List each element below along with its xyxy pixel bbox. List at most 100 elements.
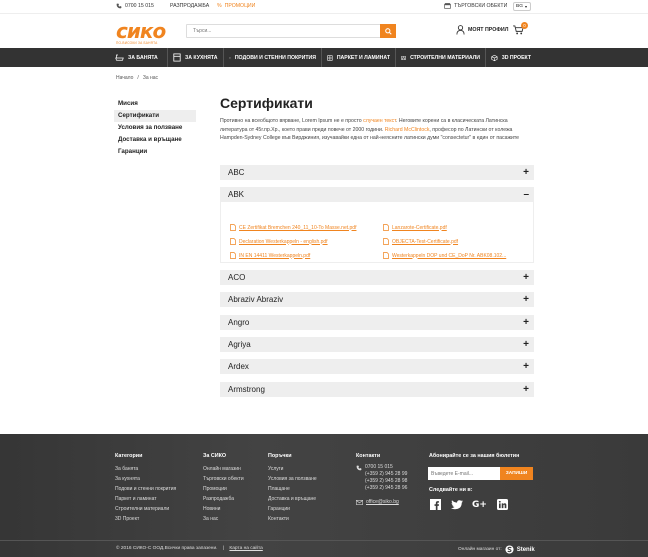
sidebar-item-delivery[interactable]: Доставка и връщане [114,134,196,146]
accordion-header[interactable]: ABC + [220,165,534,180]
intro-link[interactable]: случаен текст [363,118,396,124]
intro-part: Противно на всеобщото вярване, Lorem Ips… [220,118,364,124]
accordion-label: ABK [228,190,245,199]
pdf-icon [383,224,389,231]
pdf-icon [230,252,236,259]
file-link[interactable]: CE Zertifikat Bremchen 240_11_10-To Mass… [230,224,356,231]
accordion-item-abc: ABC + [220,165,534,180]
developer-credit[interactable]: Онлайн магазин от: Stenik [458,545,535,554]
sidebar-item-warranties[interactable]: Гаранции [114,146,196,158]
footer-link[interactable]: Гаранции [268,504,317,514]
footer-link[interactable]: Условия за ползване [268,474,317,484]
nav-label: ЗА КУХНЯТА [185,54,218,61]
sale-link[interactable]: РАЗПРОДАЖБА [170,3,209,9]
accordion-item-armstrong: Armstrong + [220,382,534,397]
footer-link[interactable]: Промоции [203,484,244,494]
footer-link[interactable]: Доставка и връщане [268,494,317,504]
accordion-header[interactable]: Agriya + [220,337,534,352]
copyright-text: © 2016 СИКО-С ООД.Всички права запазени. [116,546,218,551]
plus-icon: + [523,293,529,305]
linkedin-icon[interactable] [496,498,509,511]
accordion-item-ardex: Ardex + [220,359,534,374]
newsletter-email-input[interactable] [428,467,500,480]
logo[interactable]: сико ПО-ВИСОКИ ЗА БАНЯТА [116,21,172,47]
footer-link[interactable]: За банята [115,464,176,474]
stores-link[interactable]: ТЪРГОВСКИ ОБЕКТИ [444,3,507,9]
footer-phone[interactable]: (+359 2) 945 28 96 [356,485,407,492]
search-input[interactable] [187,25,377,37]
file-link[interactable]: Westerkappeln DOP und CE_DoP Nr. ABK08.1… [383,252,506,259]
accordion-header[interactable]: Angro + [220,315,534,330]
profile-link[interactable]: МОЯТ ПРОФИЛ [456,25,508,35]
footer-phone[interactable]: (+359 2) 945 28 99 [356,471,407,478]
footer-link[interactable]: Плащане [268,484,317,494]
footer-link[interactable]: Услуги [268,464,317,474]
plus-icon: + [523,338,529,350]
footer-link[interactable]: Новини [203,504,244,514]
sitemap-link[interactable]: Карта на сайта [229,546,262,551]
newsletter-submit-button[interactable]: ЗАПИШИ [500,467,533,480]
breadcrumb-home[interactable]: Начало [116,75,133,81]
logo-mark: сико [116,19,166,43]
promo-link[interactable]: % ПРОМОЦИИ [217,3,255,9]
accordion-header[interactable]: ACO + [220,270,534,285]
intro-link[interactable]: Richard McClintock [385,127,430,133]
pdf-icon [230,224,236,231]
phone-link[interactable]: 0700 15 015 [116,3,154,9]
nav-item-materials[interactable]: СТРОИТЕЛНИ МАТЕРИАЛИ [396,48,486,67]
cart-button[interactable]: 0 [513,22,528,37]
language-select[interactable]: BG ▾ [513,2,531,11]
nav-item-3d[interactable]: 3D ПРОЕКТ [486,48,536,67]
file-link[interactable]: OBJECTA-Test-Certificate.pdf [383,238,458,245]
google-plus-icon[interactable]: G+ [471,498,488,511]
sidebar-item-mission[interactable]: Мисия [114,98,196,110]
nav-item-kitchen[interactable]: ЗА КУХНЯТА [168,48,224,67]
accordion-header[interactable]: Abraziv Abraziv + [220,292,534,307]
file-link[interactable]: IN EN 14411 Westerkappeln.pdf [230,252,310,259]
stores-label: ТЪРГОВСКИ ОБЕКТИ [454,3,508,9]
footer-link[interactable]: Паркет и ламинат [115,494,176,504]
sidebar-item-certificates[interactable]: Сертификати [114,110,196,122]
footer-phone[interactable]: 0700 15 015 [356,464,407,471]
accordion-item-agriya: Agriya + [220,337,534,352]
footer-link[interactable]: Подови и стенни покрития [115,484,176,494]
nav-item-parquet[interactable]: ПАРКЕТ И ЛАМИНАТ [322,48,396,67]
footer-link[interactable]: За кухнята [115,474,176,484]
file-name: Declaration Westerkappeln - english.pdf [239,238,328,245]
accordion-label: ABC [228,168,245,177]
footer-link[interactable]: Онлайн магазин [203,464,244,474]
twitter-icon[interactable] [450,498,463,511]
footer-link[interactable]: Разпродажба [203,494,244,504]
developer-brand: Stenik [516,546,535,553]
cart-count-badge: 0 [521,22,528,29]
footer-link[interactable]: За нас [203,514,244,524]
footer-phone-number: 0700 15 015 [365,464,393,470]
nav-item-bath[interactable]: ЗА БАНЯТА [110,48,168,67]
accordion-item-abk: ABK – CE Zertifikat Bremchen 240_11_10-To… [220,187,534,263]
footer-col-about: За СИКО Онлайн магазин Търговски обекти … [203,453,244,524]
accordion-body: CE Zertifikat Bremchen 240_11_10-To Mass… [220,202,534,263]
breadcrumb-current[interactable]: За нас [143,75,158,81]
footer-phone[interactable]: (+359 2) 945 28 98 [356,478,407,485]
nav-item-tiles[interactable]: ПОДОВИ И СТЕННИ ПОКРИТИЯ [224,48,322,67]
sidebar-item-terms[interactable]: Условия за ползване [114,122,196,134]
plus-icon: + [523,166,529,178]
file-link[interactable]: Lanzarote-Certificate.pdf [383,224,447,231]
accordion-item-abraziv: Abraziv Abraziv + [220,292,534,307]
footer-link[interactable]: 3D Проект [115,514,176,524]
footer-link[interactable]: Строителни материали [115,504,176,514]
bricks-icon [401,55,406,60]
minus-icon: – [523,188,529,200]
accordion-header[interactable]: Ardex + [220,359,534,374]
plus-icon: + [523,316,529,328]
footer-link[interactable]: Контакти [268,514,317,524]
search-button[interactable] [380,24,396,38]
footer-email[interactable]: office@siko.bg [356,498,407,506]
file-link[interactable]: Declaration Westerkappeln - english.pdf [230,238,328,245]
accordion-header[interactable]: Armstrong + [220,382,534,397]
footer-link[interactable]: Търговски обекти [203,474,244,484]
facebook-icon[interactable] [429,498,442,511]
nav-label: ПОДОВИ И СТЕННИ ПОКРИТИЯ [234,54,316,61]
accordion-header[interactable]: ABK – [220,187,534,202]
phone-icon [356,465,362,470]
